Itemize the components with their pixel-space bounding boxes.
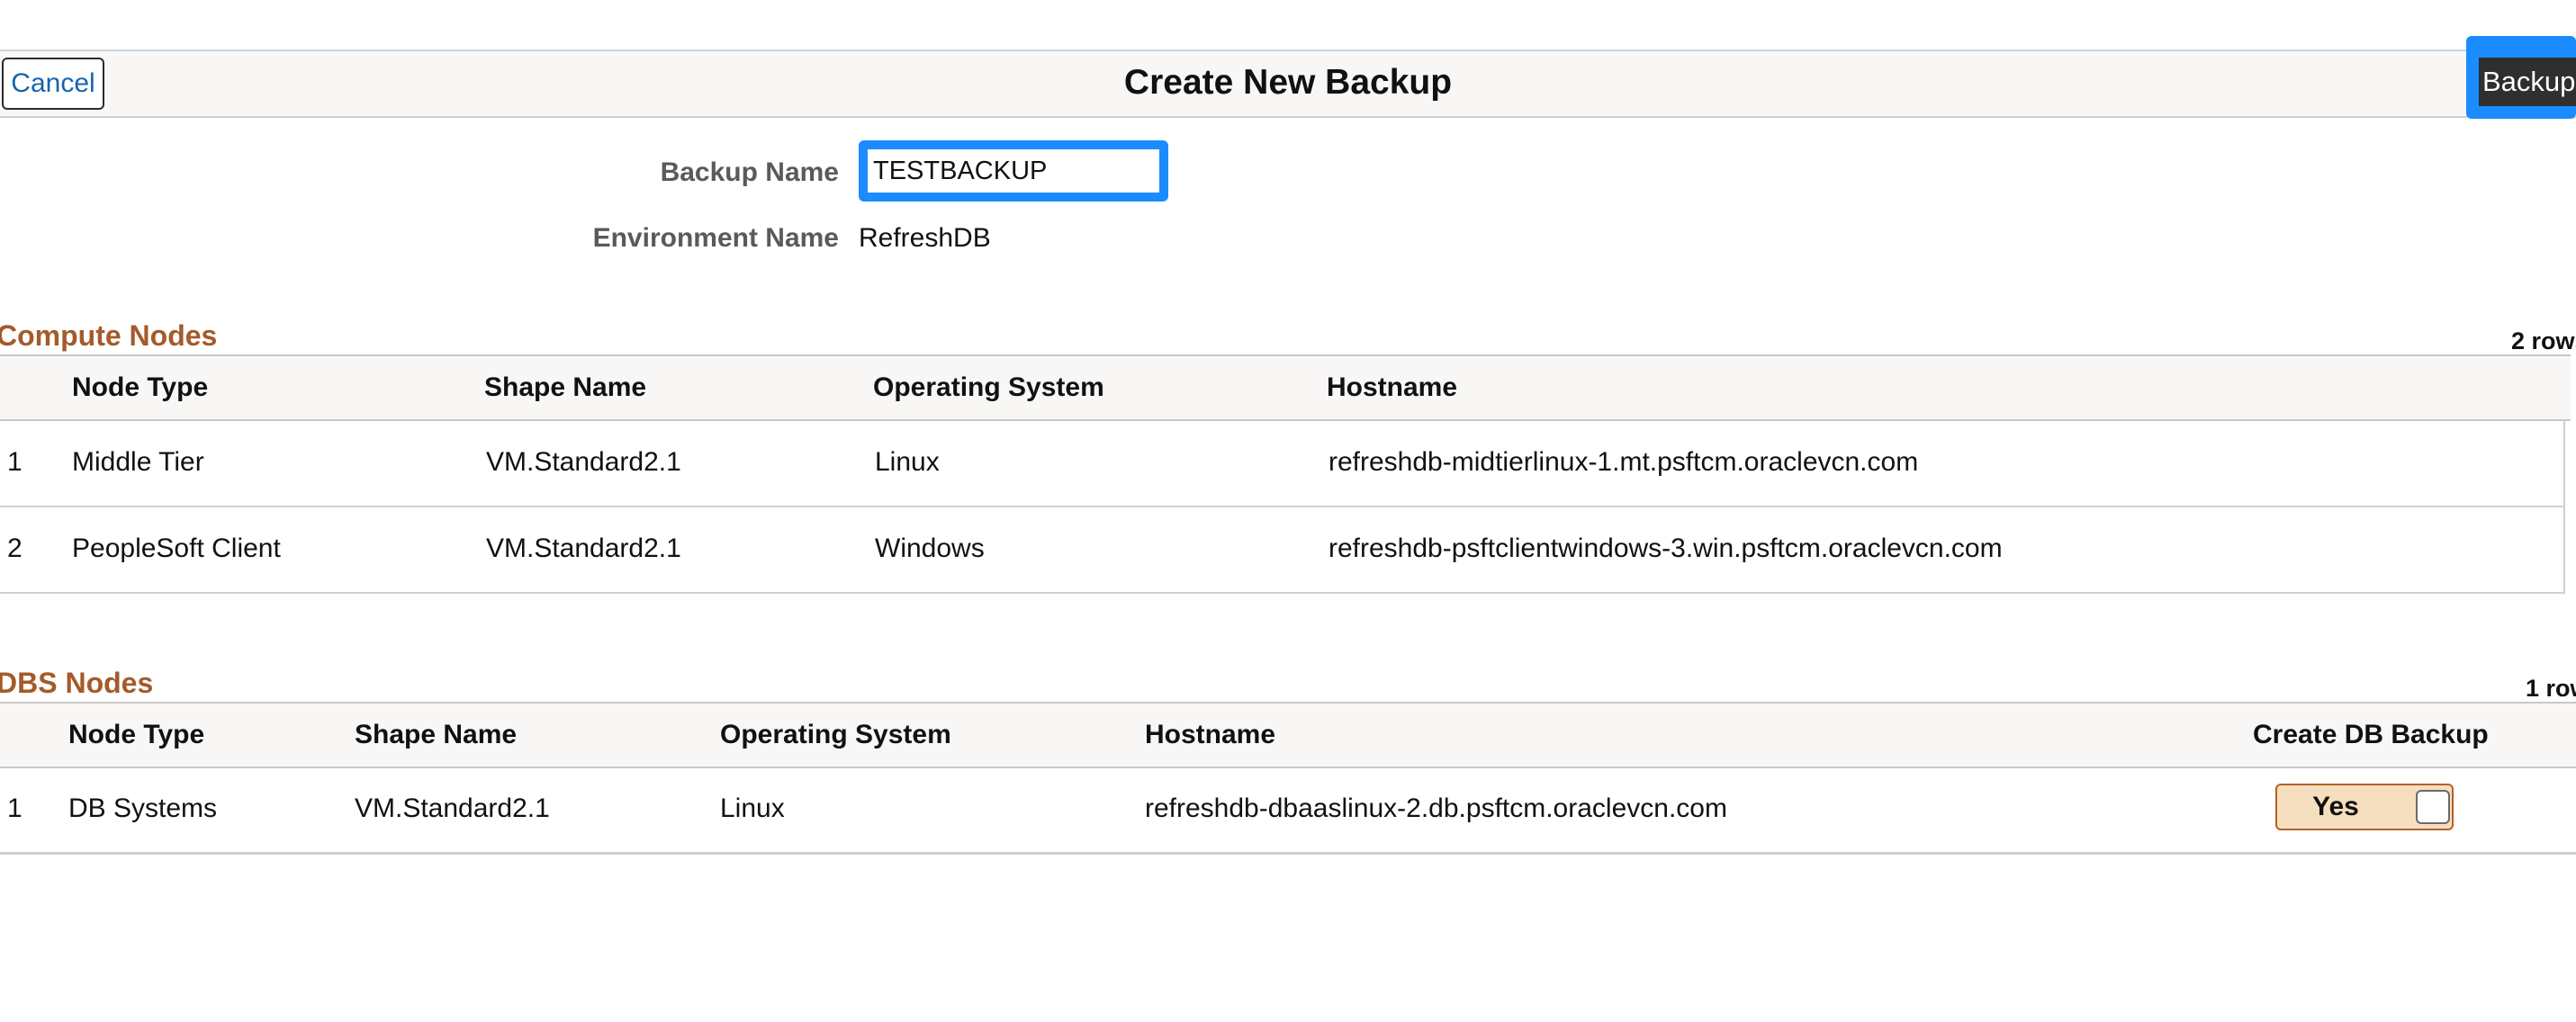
create-db-backup-toggle-label: Yes	[2312, 792, 2359, 821]
compute-row-2-hostname: refreshdb-psftclientwindows-3.win.psftcm…	[1329, 533, 2003, 563]
dbs-grid-bottom	[0, 852, 2576, 855]
dbs-col-operating-system: Operating System	[720, 720, 951, 749]
backup-name-input[interactable]	[859, 140, 1168, 202]
compute-grid-bottom	[0, 592, 2565, 594]
dbs-row-1-shape-name: VM.Standard2.1	[355, 793, 550, 823]
toggle-knob	[2416, 790, 2450, 824]
create-db-backup-toggle[interactable]: Yes	[2275, 784, 2454, 830]
compute-row-1-node-type: Middle Tier	[72, 447, 204, 477]
create-backup-page: Cancel Create New Backup Backup Backup N…	[0, 0, 2576, 1022]
dbs-row-1-node-type: DB Systems	[68, 793, 218, 823]
compute-row-2-os: Windows	[875, 533, 985, 563]
dbs-col-hostname: Hostname	[1145, 720, 1276, 749]
backup-name-label: Backup Name	[660, 157, 839, 187]
environment-name-label: Environment Name	[592, 223, 839, 253]
dbs-nodes-row-count: 1 row	[2526, 675, 2576, 702]
compute-row-1-hostname: refreshdb-midtierlinux-1.mt.psftcm.oracl…	[1329, 447, 1919, 477]
dbs-col-create-db-backup: Create DB Backup	[2253, 720, 2489, 749]
compute-col-node-type: Node Type	[72, 372, 209, 402]
compute-row-2-node-type: PeopleSoft Client	[72, 533, 281, 563]
compute-row-divider	[0, 506, 2565, 507]
backup-button[interactable]: Backup	[2466, 36, 2576, 119]
dbs-row-1-hostname: refreshdb-dbaaslinux-2.db.psftcm.oraclev…	[1145, 793, 1727, 823]
compute-col-hostname: Hostname	[1327, 372, 1458, 402]
compute-col-operating-system: Operating System	[873, 372, 1104, 402]
dbs-col-shape-name: Shape Name	[355, 720, 518, 749]
dbs-col-node-type: Node Type	[68, 720, 205, 749]
dbs-row-1-os: Linux	[720, 793, 785, 823]
compute-nodes-header-row	[0, 354, 2571, 421]
environment-name-value: RefreshDB	[859, 223, 991, 253]
compute-row-2-num: 2	[7, 533, 23, 563]
compute-row-1-num: 1	[7, 447, 23, 477]
compute-nodes-title: Compute Nodes	[0, 319, 218, 352]
compute-col-shape-name: Shape Name	[484, 372, 647, 402]
compute-row-1-shape-name: VM.Standard2.1	[486, 447, 681, 477]
page-title: Create New Backup	[1123, 63, 1453, 102]
compute-nodes-row-count: 2 rows	[2511, 327, 2576, 354]
dbs-nodes-title: DBS Nodes	[0, 667, 154, 699]
compute-row-2-shape-name: VM.Standard2.1	[486, 533, 681, 563]
backup-button-label: Backup	[2479, 58, 2576, 106]
compute-row-1-os: Linux	[875, 447, 940, 477]
dbs-row-1-num: 1	[7, 793, 23, 823]
